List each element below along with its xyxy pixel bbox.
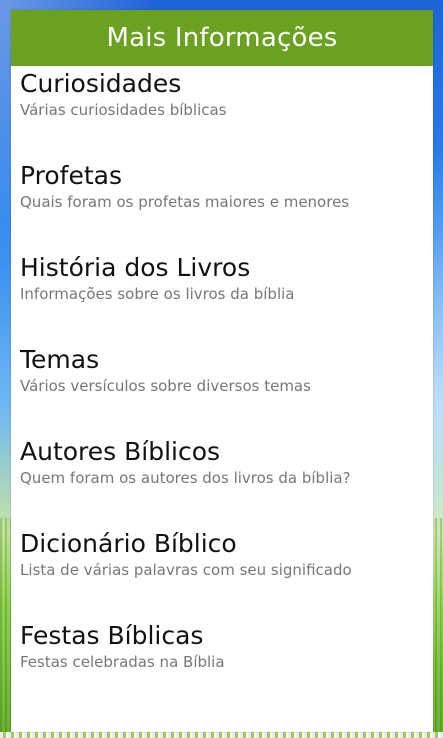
item-subtitle: Vários versículos sobre diversos temas bbox=[20, 377, 311, 395]
item-subtitle: Quais foram os profetas maiores e menore… bbox=[20, 193, 350, 211]
item-title: Profetas bbox=[20, 161, 122, 190]
item-subtitle: Informações sobre os livros da bíblia bbox=[20, 285, 295, 303]
item-subtitle: Quem foram os autores dos livros da bíbl… bbox=[20, 469, 351, 487]
list-item-festas-biblicas[interactable]: Festas Bíblicas Festas celebradas na Bíb… bbox=[20, 618, 433, 710]
list-item-historia-dos-livros[interactable]: História dos Livros Informações sobre os… bbox=[20, 250, 433, 342]
item-subtitle: Várias curiosidades bíblicas bbox=[20, 101, 227, 119]
menu-list: Curiosidades Várias curiosidades bíblica… bbox=[11, 66, 433, 710]
item-subtitle: Festas celebradas na Bíblia bbox=[20, 653, 225, 671]
info-panel: Mais Informações Curiosidades Várias cur… bbox=[11, 10, 433, 732]
page-title: Mais Informações bbox=[106, 23, 338, 53]
item-title: Curiosidades bbox=[20, 69, 182, 98]
list-item-autores-biblicos[interactable]: Autores Bíblicos Quem foram os autores d… bbox=[20, 434, 433, 526]
item-title: Autores Bíblicos bbox=[20, 437, 221, 466]
list-item-temas[interactable]: Temas Vários versículos sobre diversos t… bbox=[20, 342, 433, 434]
item-title: História dos Livros bbox=[20, 253, 251, 282]
list-item-curiosidades[interactable]: Curiosidades Várias curiosidades bíblica… bbox=[20, 66, 433, 158]
item-subtitle: Lista de várias palavras com seu signifi… bbox=[20, 561, 352, 579]
page-header: Mais Informações bbox=[11, 10, 433, 66]
item-title: Dicionário Bíblico bbox=[20, 529, 237, 558]
item-title: Festas Bíblicas bbox=[20, 621, 204, 650]
list-item-dicionario-biblico[interactable]: Dicionário Bíblico Lista de várias palav… bbox=[20, 526, 433, 618]
item-title: Temas bbox=[20, 345, 100, 374]
background-flowers bbox=[0, 732, 443, 738]
list-item-profetas[interactable]: Profetas Quais foram os profetas maiores… bbox=[20, 158, 433, 250]
